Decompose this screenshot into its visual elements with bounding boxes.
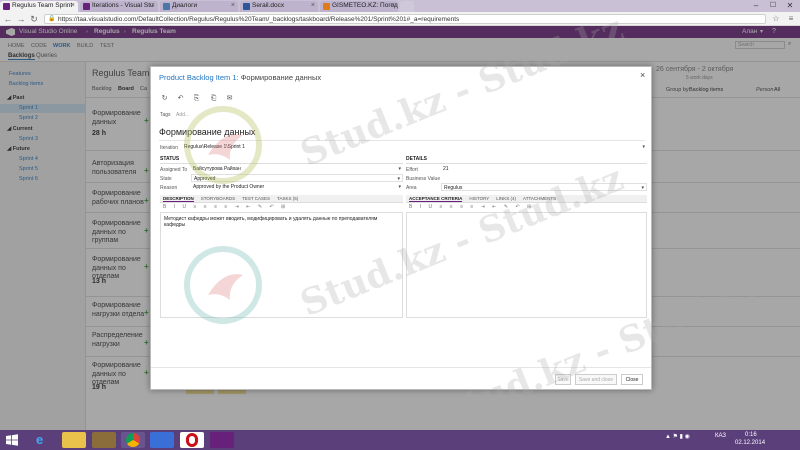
archive-icon[interactable] xyxy=(92,432,116,448)
area-label: Area xyxy=(406,185,417,191)
refresh-icon[interactable]: ↻ xyxy=(160,94,169,103)
chrome-icon[interactable] xyxy=(121,432,145,448)
tab-tasks[interactable]: TASKS (5) xyxy=(277,196,298,201)
url-input[interactable]: 🔒 https://taa.visualstudio.com/DefaultCo… xyxy=(44,14,766,24)
address-bar: ← → ↻ 🔒 https://taa.visualstudio.com/Def… xyxy=(0,12,800,26)
tags-label: Tags xyxy=(160,112,171,118)
tray-icons[interactable]: ▲ ⚑ ▮ ◉ xyxy=(665,433,690,440)
tab-test-cases[interactable]: TEST CASES xyxy=(242,196,270,201)
keyboard-language[interactable]: КАЗ xyxy=(715,433,726,439)
tab-regulus-team-sprint[interactable]: Regulus Team Sprint × xyxy=(0,1,78,12)
tab-gismeteo[interactable]: GISMETEO.KZ: Погод × xyxy=(320,1,398,12)
close-tab-icon[interactable]: × xyxy=(311,2,315,9)
window-close-button[interactable]: ✕ xyxy=(782,0,798,11)
dialog-close-icon[interactable]: × xyxy=(640,70,645,80)
description-format-toolbar[interactable]: B I U ≡ ≡ ≡ ≡ ⇥ ⇤ ✎ ↶ ⊞ xyxy=(160,204,403,211)
chevron-down-icon: ▾ xyxy=(641,185,644,191)
tab-label: Regulus Team Sprint xyxy=(12,2,73,9)
tab-storyboards[interactable]: STORYBOARDS xyxy=(201,196,235,201)
left-pane-tabs: DESCRIPTION STORYBOARDS TEST CASES TASKS (5… xyxy=(160,195,403,203)
business-value-label: Business Value xyxy=(406,176,441,182)
ie-icon[interactable]: e xyxy=(30,432,54,448)
chevron-down-icon: ▾ xyxy=(397,176,400,182)
tab-links[interactable]: LINKS (4) xyxy=(496,196,516,201)
tab-history[interactable]: HISTORY xyxy=(469,196,489,201)
visual-studio-taskbar-icon[interactable] xyxy=(210,432,234,448)
maximize-button[interactable]: ☐ xyxy=(765,0,781,11)
save-button[interactable]: Save xyxy=(555,374,571,385)
back-button[interactable]: ← xyxy=(2,13,14,25)
star-icon[interactable]: ☆ xyxy=(770,13,782,25)
lock-icon: 🔒 xyxy=(48,16,56,22)
clock-date[interactable]: 02.12.2014 xyxy=(735,440,765,446)
close-tab-icon[interactable]: × xyxy=(151,2,155,9)
forward-button[interactable]: → xyxy=(15,13,27,25)
tab-label: GISMETEO.KZ: Погод xyxy=(332,2,398,9)
flashget-icon[interactable] xyxy=(150,432,174,448)
dialog-title: Product Backlog Item 1: Формирование дан… xyxy=(159,73,322,82)
business-value-input[interactable] xyxy=(441,174,647,182)
visual-studio-icon xyxy=(83,3,90,10)
folder-icon[interactable] xyxy=(62,432,86,448)
acceptance-criteria-editor[interactable] xyxy=(406,212,647,318)
tab-label: Iterations - Visual Stu xyxy=(92,2,154,9)
reload-button[interactable]: ↻ xyxy=(28,13,40,25)
tab-dialogs[interactable]: Диалоги × xyxy=(160,1,238,12)
windows-start-icon[interactable] xyxy=(6,434,18,446)
menu-icon[interactable]: ≡ xyxy=(785,13,797,25)
close-tab-icon[interactable]: × xyxy=(71,2,75,9)
opera-icon[interactable] xyxy=(180,432,204,448)
iteration-label: Iteration xyxy=(160,145,179,151)
details-heading: DETAILS xyxy=(406,156,428,162)
chevron-down-icon: ▾ xyxy=(398,166,401,172)
tab-label: Диалоги xyxy=(172,2,198,9)
effort-label: Effort xyxy=(406,167,418,173)
weather-icon xyxy=(323,3,330,10)
state-label: State xyxy=(160,176,172,182)
save-and-close-button[interactable]: Save and close xyxy=(575,374,617,385)
tab-iterations[interactable]: Iterations - Visual Stu × xyxy=(80,1,158,12)
chevron-down-icon: ▾ xyxy=(398,184,401,190)
effort-input[interactable]: 21 xyxy=(441,165,647,173)
url-text: https://taa.visualstudio.com/DefaultColl… xyxy=(58,16,460,23)
right-pane-tabs: ACCEPTANCE CRITERIA HISTORY LINKS (4) ATTAC… xyxy=(406,195,647,203)
windows-taskbar: e ▲ ⚑ ▮ ◉ КАЗ 0:16 02.12.2014 xyxy=(0,430,800,450)
word-doc-icon xyxy=(243,3,250,10)
tab-description[interactable]: DESCRIPTION xyxy=(163,196,194,202)
reason-label: Reason xyxy=(160,185,178,191)
chevron-down-icon: ▾ xyxy=(642,144,645,150)
description-text: Методист кафедры может вводить, модифици… xyxy=(164,216,378,228)
new-tab-button[interactable] xyxy=(400,1,414,12)
clock-time[interactable]: 0:16 xyxy=(745,432,757,438)
tab-serail-docx[interactable]: Serail.docx × xyxy=(240,1,318,12)
close-tab-icon[interactable]: × xyxy=(391,2,395,9)
tab-attachments[interactable]: ATTACHMENTS xyxy=(523,196,556,201)
close-button[interactable]: Close xyxy=(621,374,643,385)
visual-studio-icon xyxy=(3,3,10,10)
browser-tab-strip: Regulus Team Sprint × Iterations - Visua… xyxy=(0,0,800,12)
minimize-button[interactable]: – xyxy=(748,0,764,11)
watermark-bird-icon xyxy=(184,246,262,324)
acceptance-format-toolbar[interactable]: B I U ≡ ≡ ≡ ≡ ⇥ ⇤ ✎ ↶ ⊞ xyxy=(406,204,647,211)
vk-icon xyxy=(163,3,170,10)
watermark-bird-icon xyxy=(184,106,262,184)
close-tab-icon[interactable]: × xyxy=(231,2,235,9)
tab-acceptance-criteria[interactable]: ACCEPTANCE CRITERIA xyxy=(409,196,463,202)
status-heading: STATUS xyxy=(160,156,180,162)
tab-label: Serail.docx xyxy=(252,2,285,9)
area-select[interactable]: Regulus ▾ xyxy=(441,183,647,191)
